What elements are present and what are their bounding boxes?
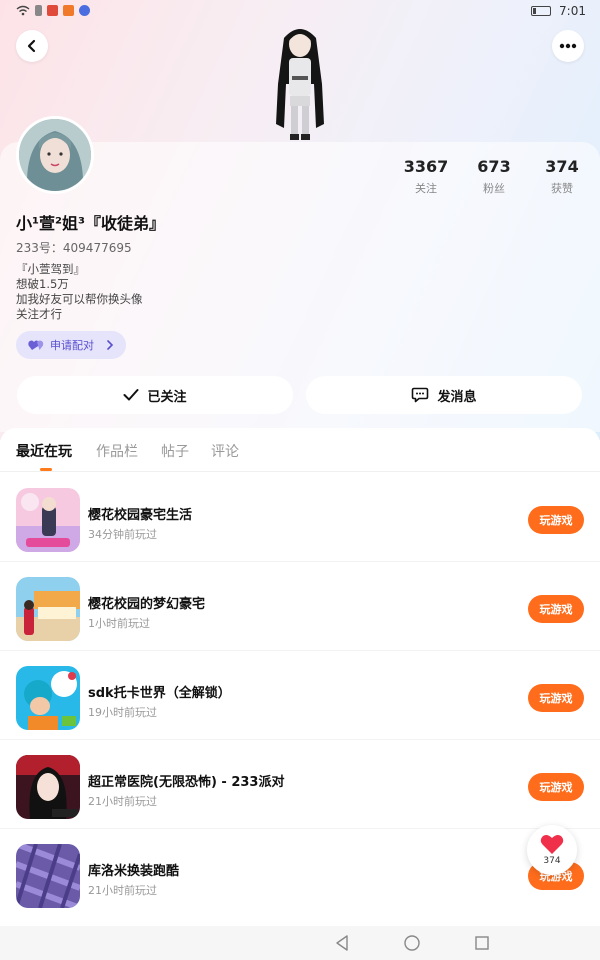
wifi-icon [16, 5, 30, 16]
chevron-left-icon [27, 39, 36, 53]
play-game-button[interactable]: 玩游戏 [528, 684, 584, 712]
stat-label: 关注 [415, 182, 437, 195]
nav-recents-icon[interactable] [474, 934, 490, 952]
play-game-button[interactable]: 玩游戏 [528, 506, 584, 534]
chevron-right-icon [107, 340, 114, 350]
tab-posts[interactable]: 帖子 [161, 441, 189, 461]
play-game-button[interactable]: 玩游戏 [528, 595, 584, 623]
bio-line: 想破1.5万 [16, 277, 69, 291]
game-last-played: 19小时前玩过 [88, 706, 157, 719]
back-button[interactable] [16, 30, 48, 62]
check-icon [123, 389, 139, 401]
profile-bio: 『小萱驾到』 想破1.5万 加我好友可以帮你换头像 关注才行 [16, 262, 143, 322]
game-last-played: 34分钟前玩过 [88, 528, 157, 541]
system-nav-bar [0, 926, 600, 960]
game-thumbnail-image [16, 577, 80, 641]
game-last-played: 21小时前玩过 [88, 795, 157, 808]
tab-recently-played[interactable]: 最近在玩 [16, 441, 72, 461]
stat-value: 3367 [403, 157, 449, 176]
profile-nickname: 小¹萱²姐³『收徒弟』 [16, 214, 166, 233]
play-game-button[interactable]: 玩游戏 [528, 773, 584, 801]
game-last-played: 21小时前玩过 [88, 884, 157, 897]
game-thumbnail [16, 666, 80, 730]
send-message-label: 发消息 [437, 389, 477, 405]
chat-bubble-icon [412, 387, 429, 403]
avatar[interactable] [16, 116, 94, 194]
avatar-character-figure [276, 29, 324, 140]
bio-line: 『小萱驾到』 [16, 262, 85, 276]
game-thumbnail [16, 844, 80, 908]
tab-comments[interactable]: 评论 [211, 441, 239, 461]
game-thumbnail [16, 488, 80, 552]
game-last-played: 1小时前玩过 [88, 617, 150, 630]
app-notification-icon [47, 5, 58, 16]
status-right: 7:01 [531, 4, 586, 18]
list-item[interactable]: 超正常医院(无限恐怖) - 233派对 21小时前玩过 玩游戏 [0, 741, 600, 829]
bio-line: 关注才行 [16, 307, 62, 321]
status-icons [16, 5, 90, 16]
status-bar: 7:01 [0, 0, 600, 26]
game-thumbnail-image [16, 488, 80, 552]
stat-following[interactable]: 3367 关注 [396, 157, 456, 196]
stat-label: 粉丝 [483, 182, 505, 195]
list-item[interactable]: sdk托卡世界（全解锁） 19小时前玩过 玩游戏 [0, 652, 600, 740]
avatar-photo [19, 119, 91, 191]
stat-value: 673 [477, 157, 511, 176]
tab-active-indicator [40, 468, 52, 471]
followed-label: 已关注 [147, 389, 187, 405]
apply-pair-button[interactable]: 申请配对 [16, 331, 126, 359]
battery-icon [531, 6, 552, 16]
game-title: 樱花校园的梦幻豪宅 [88, 597, 206, 612]
followed-button[interactable]: 已关注 [17, 376, 293, 414]
stat-label: 获赞 [551, 182, 573, 195]
bio-line: 加我好友可以帮你换头像 [16, 292, 143, 306]
double-heart-icon [28, 340, 44, 350]
game-thumbnail-image [16, 755, 80, 819]
app-notification-icon [63, 5, 74, 16]
like-float-button[interactable]: 374 [527, 825, 577, 875]
game-thumbnail-image [16, 666, 80, 730]
like-count: 374 [543, 856, 561, 866]
apply-pair-label: 申请配对 [50, 339, 94, 352]
stat-value: 374 [545, 157, 579, 176]
tab-works[interactable]: 作品栏 [96, 441, 138, 461]
nav-home-icon[interactable] [403, 934, 421, 952]
sim-icon [35, 5, 42, 16]
stat-likes[interactable]: 374 获赞 [532, 157, 592, 196]
game-title: 樱花校园豪宅生活 [88, 508, 193, 523]
clock: 7:01 [559, 4, 586, 18]
game-thumbnail [16, 755, 80, 819]
list-item[interactable]: 库洛米换装跑酷 21小时前玩过 玩游戏 [0, 830, 600, 918]
game-title: sdk托卡世界（全解锁） [88, 686, 231, 701]
game-title: 库洛米换装跑酷 [88, 864, 180, 879]
stat-followers[interactable]: 673 粉丝 [464, 157, 524, 196]
more-button[interactable] [552, 30, 584, 62]
heart-icon [540, 835, 564, 854]
app-notification-icon [79, 5, 90, 16]
game-title: 超正常医院(无限恐怖) - 233派对 [88, 775, 285, 790]
profile-uid: 233号：409477695 [16, 241, 132, 255]
ellipsis-icon [559, 43, 577, 49]
list-item[interactable]: 樱花校园豪宅生活 34分钟前玩过 玩游戏 [0, 474, 600, 562]
profile-tabs: 最近在玩 作品栏 帖子 评论 [0, 428, 600, 472]
list-item[interactable]: 樱花校园的梦幻豪宅 1小时前玩过 玩游戏 [0, 563, 600, 651]
game-thumbnail [16, 577, 80, 641]
send-message-button[interactable]: 发消息 [306, 376, 582, 414]
game-thumbnail-image [16, 844, 80, 908]
nav-back-icon[interactable] [334, 934, 350, 952]
